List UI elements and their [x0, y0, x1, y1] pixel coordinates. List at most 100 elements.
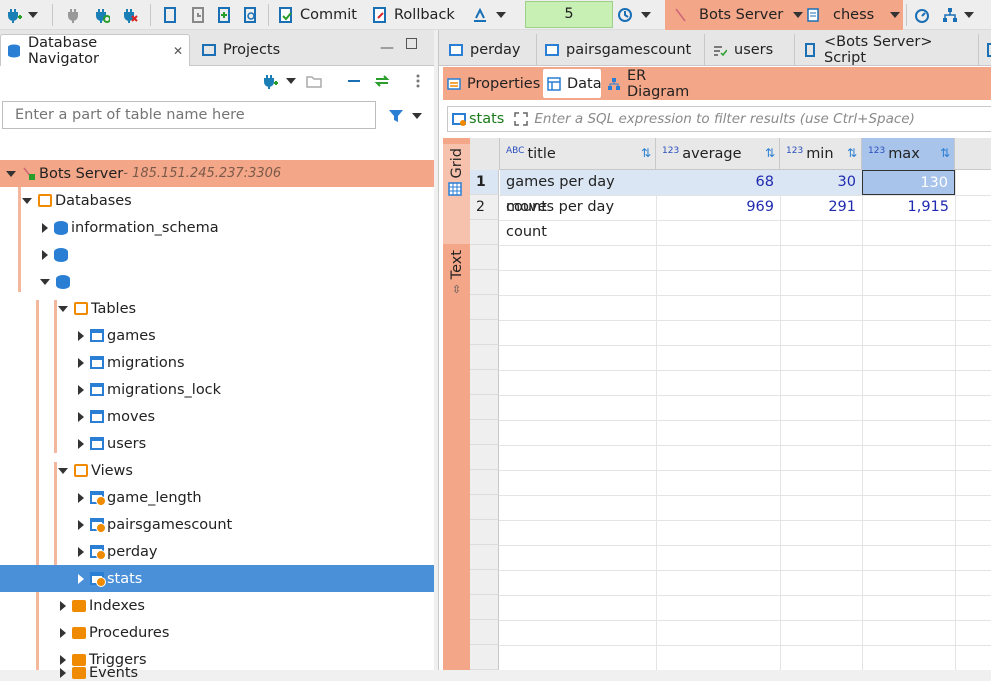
- column-header-max[interactable]: 123 max ⇅: [862, 138, 955, 170]
- tab-grid-view[interactable]: Grid: [443, 144, 470, 244]
- tree-node-tables[interactable]: Tables: [0, 295, 434, 322]
- grid-corner[interactable]: [470, 138, 500, 170]
- grid-line: [470, 220, 991, 221]
- grid-cell[interactable]: 68: [656, 170, 780, 195]
- transaction-log-button[interactable]: [617, 4, 651, 26]
- find-script-button[interactable]: [242, 4, 258, 26]
- grid-cell[interactable]: games per day count: [500, 170, 656, 215]
- tab-projects[interactable]: Projects: [196, 34, 280, 66]
- tree-node-view[interactable]: game_length: [0, 484, 434, 511]
- navigator-tab-bar: Database Navigator ✕ Projects —: [0, 30, 434, 67]
- chevron-right-icon: [42, 222, 48, 233]
- filter-sort-icon[interactable]: ⇅: [641, 146, 651, 160]
- view-menu-button[interactable]: [410, 70, 426, 92]
- tree-node-databases[interactable]: Databases: [0, 187, 434, 214]
- tree-node-information-schema[interactable]: information_schema: [0, 214, 434, 241]
- row-number: [470, 495, 499, 520]
- new-folder-button[interactable]: [306, 70, 322, 92]
- collapse-all-button[interactable]: [346, 70, 362, 92]
- grid-cell[interactable]: 30: [780, 170, 862, 195]
- grid-cell[interactable]: 969: [656, 195, 780, 220]
- disconnect-button[interactable]: [66, 4, 82, 26]
- row-number[interactable]: 1: [470, 170, 499, 195]
- tree-node-database[interactable]: [0, 268, 434, 295]
- subtab-data[interactable]: Data: [543, 69, 602, 98]
- tree-node-indexes[interactable]: Indexes: [0, 592, 434, 619]
- tree-node-label: information_schema: [71, 219, 219, 236]
- close-icon[interactable]: ✕: [173, 44, 183, 58]
- column-header-title[interactable]: ABC title ⇅: [500, 138, 656, 170]
- tree-node-views[interactable]: Views: [0, 457, 434, 484]
- tools-button[interactable]: [942, 4, 974, 26]
- database-selector[interactable]: chess: [805, 4, 901, 26]
- link-with-editor-button[interactable]: [374, 70, 390, 92]
- tree-node-database[interactable]: [0, 241, 434, 268]
- row-number: [470, 545, 499, 570]
- new-connection-button[interactable]: [262, 70, 296, 92]
- tree-node-table[interactable]: games: [0, 322, 434, 349]
- subtab-properties[interactable]: Properties: [443, 69, 541, 98]
- tab-database-navigator[interactable]: Database Navigator ✕: [0, 34, 190, 67]
- sql-filter-field[interactable]: stats Enter a SQL expression to filter r…: [447, 106, 991, 132]
- subtab-er-diagram[interactable]: ER Diagram: [603, 68, 713, 100]
- sql-editor-button[interactable]: [162, 4, 178, 26]
- subtab-label: Properties: [467, 75, 541, 92]
- number-type-icon: 123: [786, 146, 804, 156]
- transaction-mode-button[interactable]: [472, 4, 506, 26]
- editor-tab-script[interactable]: <Bots Server> Script: [797, 34, 979, 66]
- tree-node-view-selected[interactable]: stats: [0, 565, 434, 592]
- toolbar-separator: [52, 4, 53, 26]
- tree-node-label: Views: [91, 462, 133, 479]
- editor-tab-perday[interactable]: perday: [443, 34, 537, 66]
- tree-node-table[interactable]: moves: [0, 403, 434, 430]
- grid-header: ABC title ⇅ 123 average ⇅ 123 min ⇅ 123 …: [470, 138, 991, 170]
- history-icon: [618, 8, 632, 22]
- new-connection-button[interactable]: [6, 4, 38, 26]
- grid-line: [470, 645, 991, 646]
- column-header-min[interactable]: 123 min ⇅: [780, 138, 862, 170]
- editor-tab-overflow[interactable]: [981, 34, 991, 66]
- open-recent-script-button[interactable]: [190, 4, 206, 26]
- tree-node-table[interactable]: migrations_lock: [0, 376, 434, 403]
- filter-sort-icon[interactable]: ⇅: [940, 146, 950, 160]
- er-diagram-icon: [608, 77, 620, 90]
- tree-node-procedures[interactable]: Procedures: [0, 619, 434, 646]
- filter-options-button[interactable]: [388, 105, 422, 127]
- row-number: [470, 420, 499, 445]
- filter-sort-icon[interactable]: ⇅: [765, 146, 775, 160]
- tree-node-view[interactable]: perday: [0, 538, 434, 565]
- grid-cell[interactable]: 291: [780, 195, 862, 220]
- editor-tab-users[interactable]: users: [707, 34, 795, 66]
- row-number[interactable]: 2: [470, 195, 499, 220]
- row-number: [470, 345, 499, 370]
- dashboard-button[interactable]: [914, 4, 930, 26]
- table-filter-input[interactable]: [2, 101, 376, 129]
- chevron-down-icon: [286, 78, 296, 84]
- row-number: [470, 620, 499, 645]
- reconnect-button[interactable]: [94, 4, 110, 26]
- new-script-button[interactable]: [216, 4, 232, 26]
- disconnect-all-button[interactable]: [122, 4, 138, 26]
- tree-node-table[interactable]: users: [0, 430, 434, 457]
- tree-node-view[interactable]: pairsgamescount: [0, 511, 434, 538]
- chevron-down-icon: [964, 12, 974, 18]
- tab-text-view[interactable]: Text ⇳: [443, 250, 470, 310]
- grid-line: [470, 470, 991, 471]
- expand-icon[interactable]: [514, 112, 529, 126]
- editor-tab-pairsgamescount[interactable]: pairsgamescount: [539, 34, 705, 66]
- commit-button[interactable]: Commit: [278, 4, 357, 26]
- tree-node-server[interactable]: Bots Server - 185.151.245.237:3306: [0, 160, 434, 187]
- connection-selector[interactable]: Bots Server: [673, 4, 804, 26]
- tree-node-table[interactable]: migrations: [0, 349, 434, 376]
- tree-node-label: pairsgamescount: [107, 516, 233, 533]
- minimize-icon[interactable]: —: [380, 40, 394, 56]
- grid-cell-selected[interactable]: 130: [862, 170, 955, 195]
- maximize-icon[interactable]: [406, 38, 417, 49]
- grid-cell[interactable]: moves per day count: [500, 195, 656, 240]
- rollback-button[interactable]: Rollback: [372, 4, 455, 26]
- grid-cell[interactable]: 1,915: [862, 195, 955, 220]
- tab-label: Text: [448, 250, 465, 280]
- filter-sort-icon[interactable]: ⇅: [847, 146, 857, 160]
- pending-transactions-counter[interactable]: 5: [525, 1, 613, 28]
- column-header-average[interactable]: 123 average ⇅: [656, 138, 780, 170]
